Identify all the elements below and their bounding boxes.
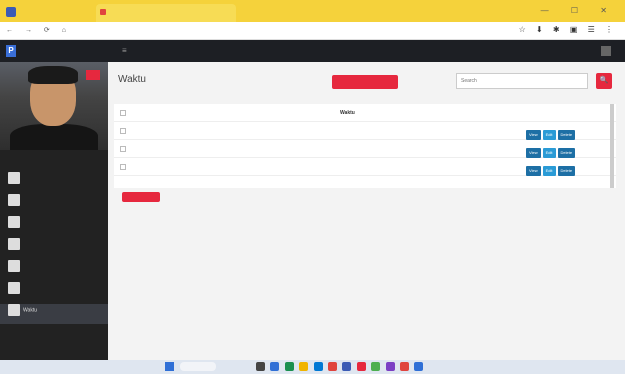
windows-start-icon[interactable] <box>165 362 174 371</box>
sidebar-item-8[interactable] <box>8 326 108 346</box>
search-icon[interactable]: 🔍 <box>596 73 612 89</box>
sidebar-item-label: Waktu <box>23 307 37 314</box>
task-view-icon[interactable] <box>256 362 265 371</box>
app-icon[interactable] <box>399 362 409 371</box>
browser-tab-active[interactable] <box>96 4 236 22</box>
table-row: View Edit Delete <box>114 158 616 176</box>
footer <box>108 322 625 342</box>
sidebar-item-5[interactable] <box>8 260 108 280</box>
select-all-checkbox[interactable] <box>120 110 126 116</box>
edit-button[interactable]: Edit <box>542 130 556 140</box>
nav-buttons[interactable]: ← → ⟳ ⌂ <box>6 26 71 34</box>
taskbar-search[interactable] <box>180 362 216 371</box>
home-icon <box>8 172 20 184</box>
sidebar-item-2[interactable] <box>8 194 108 214</box>
column-header-waktu[interactable]: Waktu <box>340 104 355 122</box>
page-title: Waktu <box>118 74 146 85</box>
view-button[interactable]: View <box>526 166 541 176</box>
table-scrollbar[interactable] <box>610 104 614 188</box>
folder-icon[interactable] <box>299 362 309 371</box>
row-checkbox[interactable] <box>120 146 126 152</box>
add-waktu-button[interactable] <box>332 75 398 89</box>
user-icon <box>8 216 20 228</box>
app-icon[interactable] <box>414 362 424 371</box>
delete-button[interactable]: Delete <box>557 166 576 176</box>
delete-button[interactable]: Delete <box>557 130 576 140</box>
view-button[interactable]: View <box>526 148 541 158</box>
address-bar: ← → ⟳ ⌂ ☆ ⬇ ✱ ▣ ☰ ⋮ <box>0 22 625 40</box>
sidebar-item-waktu[interactable]: Waktu <box>0 304 108 324</box>
group-icon <box>8 260 20 272</box>
browser-tab-bar: — ☐ ✕ <box>0 0 625 22</box>
table-row: View Edit Delete <box>114 140 616 158</box>
edit-button[interactable]: Edit <box>542 166 556 176</box>
table-header: Waktu <box>114 104 616 122</box>
profile-photo <box>0 62 108 150</box>
row-actions: View Edit Delete <box>526 162 577 180</box>
browser-tab-inactive[interactable] <box>6 6 86 18</box>
user-avatar-icon <box>601 46 611 56</box>
sidebar-item-3[interactable] <box>8 216 108 236</box>
sidebar-badge[interactable] <box>86 70 100 80</box>
sidebar-item-4[interactable] <box>8 238 108 258</box>
edge-icon[interactable] <box>313 362 323 371</box>
calendar-icon <box>8 194 20 206</box>
brand[interactable]: P <box>6 45 20 57</box>
tab-favicon-icon <box>6 7 16 17</box>
sidebar-item-6[interactable] <box>8 282 108 302</box>
row-checkbox[interactable] <box>120 128 126 134</box>
app-icon[interactable] <box>284 362 294 371</box>
photo-shirt <box>10 124 98 150</box>
photo-hair <box>28 66 78 84</box>
calendar-icon <box>8 238 20 250</box>
tab-favicon-icon <box>100 9 106 15</box>
app-icon[interactable] <box>356 362 366 371</box>
os-taskbar <box>0 360 625 374</box>
edit-button[interactable]: Edit <box>542 148 556 158</box>
calendar-icon <box>8 282 20 294</box>
main-content: Waktu 🔍 Waktu ViewEditDelete ViewEditDel… <box>108 62 625 360</box>
window-controls[interactable]: — ☐ ✕ <box>541 6 617 15</box>
search-input[interactable] <box>456 73 588 89</box>
page-size-button[interactable] <box>122 192 160 202</box>
sidebar: Waktu <box>0 62 108 360</box>
app-top-nav: P ≡ <box>0 40 625 62</box>
taskbar-apps <box>256 362 427 372</box>
delete-button[interactable]: Delete <box>557 148 576 158</box>
sidebar-item-1[interactable] <box>8 172 108 192</box>
waktu-table: Waktu View Edit Delete View Edit Delete View… <box>114 104 616 188</box>
app-icon[interactable] <box>327 362 337 371</box>
table-row: View Edit Delete <box>114 122 616 140</box>
view-button[interactable]: View <box>526 130 541 140</box>
app-icon[interactable] <box>342 362 352 371</box>
brand-logo-icon: P <box>6 45 16 57</box>
app-icon[interactable] <box>270 362 280 371</box>
extension-icons[interactable]: ☆ ⬇ ✱ ▣ ☰ ⋮ <box>519 25 617 34</box>
row-checkbox[interactable] <box>120 164 126 170</box>
menu-toggle-icon[interactable]: ≡ <box>122 46 130 55</box>
app-icon[interactable] <box>385 362 395 371</box>
chrome-icon[interactable] <box>371 362 381 371</box>
user-menu[interactable] <box>601 46 615 56</box>
calendar-icon <box>8 304 20 316</box>
